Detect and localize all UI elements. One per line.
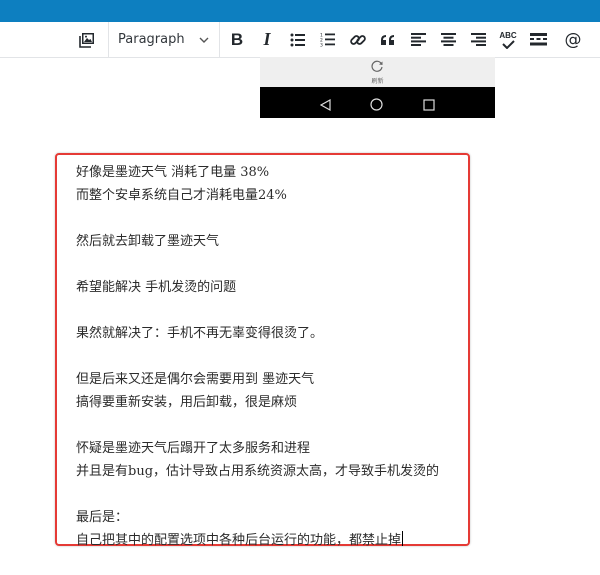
paragraph: 好像是墨迹天气 消耗了电量 38% 而整个安卓系统自己才消耗电量24% (76, 161, 466, 207)
align-left-icon[interactable] (403, 22, 433, 57)
bulleted-list-icon[interactable] (283, 22, 313, 57)
text-line-last: 自己把其中的配置选项中各种后台运行的功能，都禁止掉 (76, 533, 402, 548)
text-line-with-cursor: 自己把其中的配置选项中各种后台运行的功能，都禁止掉 (76, 529, 466, 552)
format-select[interactable]: Paragraph (108, 22, 220, 57)
text-line: 而整个安卓系统自己才消耗电量24% (76, 188, 287, 203)
align-center-icon[interactable] (433, 22, 463, 57)
back-triangle-icon (319, 96, 332, 115)
refresh-icon (370, 58, 384, 77)
phone-screen-bottom: 刷新 (260, 57, 495, 87)
paragraph: 然后就去卸载了墨迹天气 (76, 230, 466, 253)
embedded-phone-screenshot: 刷新 (260, 57, 495, 118)
italic-icon: I (263, 29, 271, 49)
text-line: 搞得要重新安装，用后卸载，很是麻烦 (76, 395, 298, 410)
text-line: 最后是： (76, 510, 129, 525)
home-circle-icon (370, 96, 383, 115)
text-line: 希望能解决 手机发烫的问题 (76, 280, 237, 295)
svg-text:3: 3 (320, 43, 323, 48)
phone-nav-bar (260, 87, 495, 118)
refresh-label: 刷新 (371, 78, 384, 85)
numbered-list-icon[interactable]: 1 2 3 (313, 22, 343, 57)
text-line: 果然就解决了：手机不再无辜变得很烫了。 (76, 326, 324, 341)
paragraph: 最后是： 自己把其中的配置选项中各种后台运行的功能，都禁止掉 (76, 506, 466, 552)
text-line: 但是后来又还是偶尔会需要用到 墨迹天气 (76, 372, 315, 387)
recents-square-icon (423, 96, 435, 115)
spellcheck-icon[interactable]: ABC (493, 22, 523, 57)
chevron-down-icon (199, 32, 209, 47)
align-right-icon[interactable] (463, 22, 493, 57)
add-media-icon[interactable] (72, 22, 102, 57)
format-select-label: Paragraph (118, 32, 185, 47)
paragraph: 希望能解决 手机发烫的问题 (76, 276, 466, 299)
at-sign-icon[interactable]: @ (558, 22, 588, 57)
link-icon[interactable] (343, 22, 373, 57)
paragraph: 但是后来又还是偶尔会需要用到 墨迹天气 搞得要重新安装，用后卸载，很是麻烦 (76, 368, 466, 414)
paragraph: 怀疑是墨迹天气后蹋开了太多服务和进程 并且是有bug，估计导致占用系统资源太高，… (76, 437, 466, 483)
bold-button[interactable]: B (222, 22, 252, 57)
bold-icon: B (230, 29, 244, 49)
text-line: 好像是墨迹天气 消耗了电量 38% (76, 165, 270, 180)
italic-button[interactable]: I (252, 22, 282, 57)
admin-top-bar (0, 0, 600, 22)
editor-toolbar: Paragraph B I 1 2 3 ABC @ (0, 22, 600, 58)
spellcheck-label: ABC (499, 31, 517, 40)
text-cursor (402, 531, 404, 546)
read-more-icon[interactable] (523, 22, 553, 57)
text-line: 然后就去卸载了墨迹天气 (76, 234, 220, 249)
editor-content[interactable]: 好像是墨迹天气 消耗了电量 38% 而整个安卓系统自己才消耗电量24% 然后就去… (76, 161, 466, 575)
paragraph: 果然就解决了：手机不再无辜变得很烫了。 (76, 322, 466, 345)
text-line: 并且是有bug，估计导致占用系统资源太高，才导致手机发烫的 (76, 464, 440, 479)
text-line: 怀疑是墨迹天气后蹋开了太多服务和进程 (76, 441, 311, 456)
blockquote-icon[interactable] (373, 22, 403, 57)
